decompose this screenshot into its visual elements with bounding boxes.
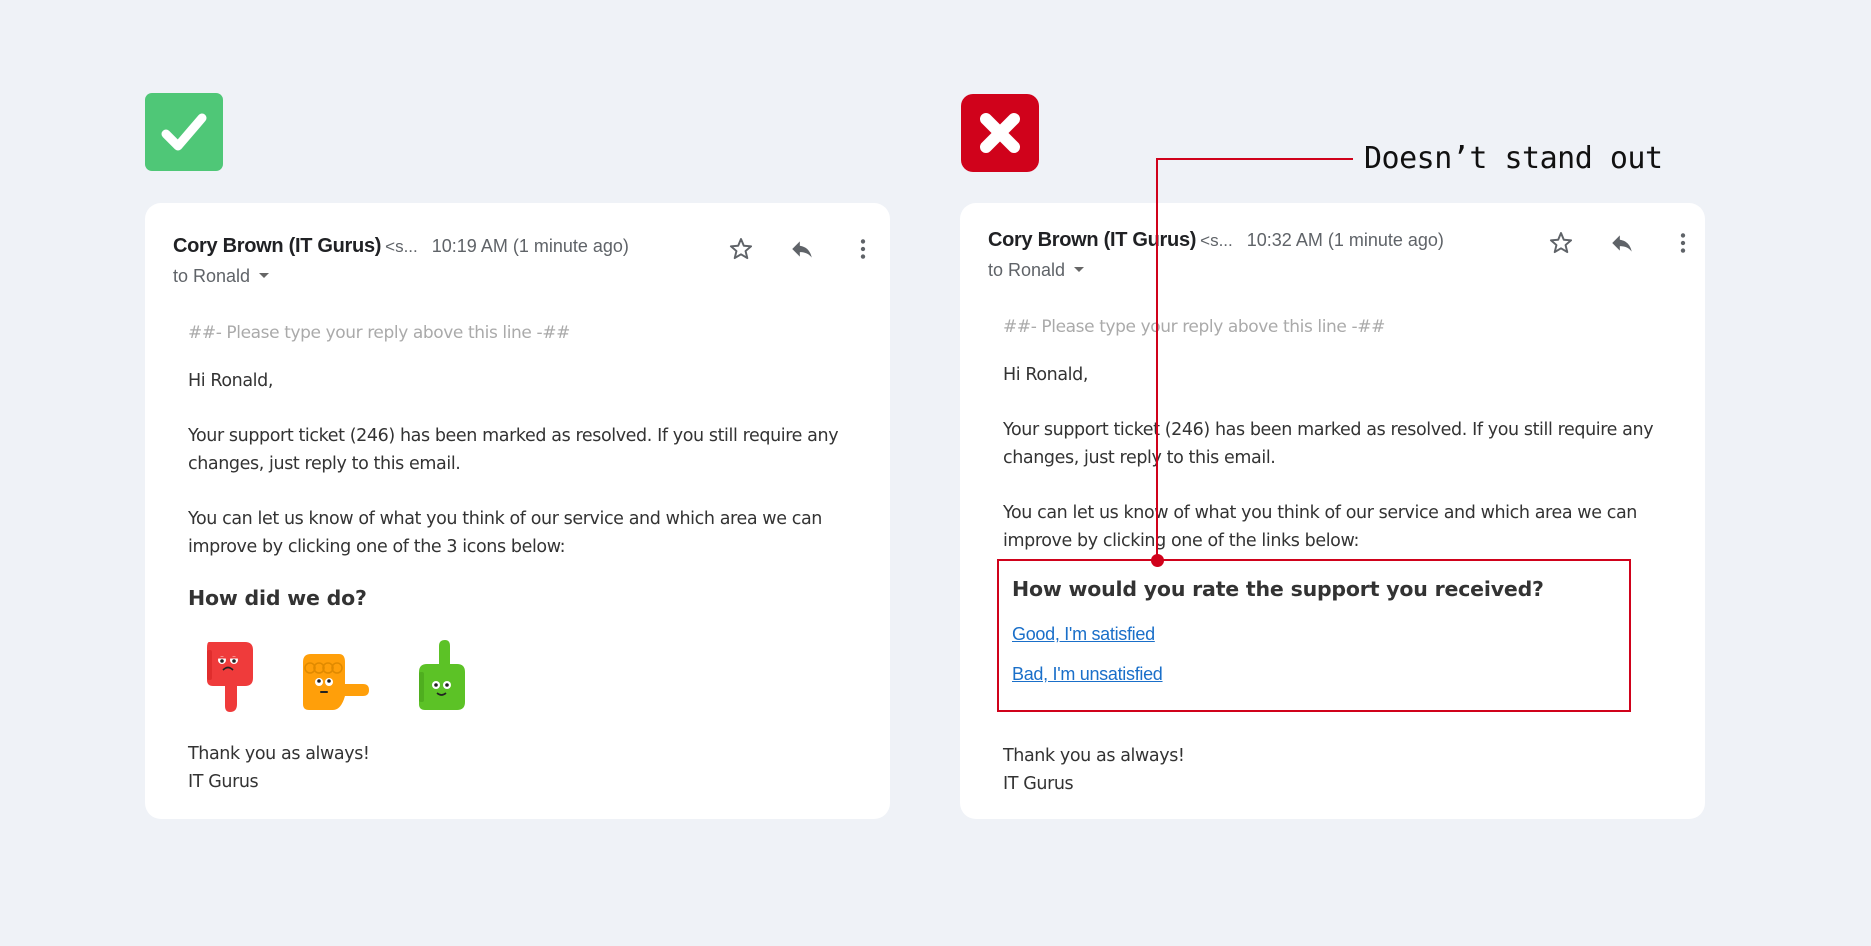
reply-button[interactable] (786, 233, 818, 265)
signoff: Thank you as always! IT Gurus (1003, 742, 1185, 798)
sender-address: <s... (1200, 231, 1233, 250)
more-vert-icon (860, 239, 866, 259)
star-button[interactable] (1545, 227, 1577, 259)
reply-separator: ##- Please type your reply above this li… (188, 323, 570, 343)
greeting: Hi Ronald, (188, 371, 274, 391)
more-options-button[interactable] (1667, 227, 1699, 259)
more-vert-icon (1680, 233, 1686, 253)
reply-separator: ##- Please type your reply above this li… (1003, 317, 1385, 337)
reply-button[interactable] (1606, 227, 1638, 259)
resolved-paragraph: Your support ticket (246) has been marke… (188, 426, 839, 474)
email-body: ##- Please type your reply above this li… (188, 323, 860, 796)
more-options-button[interactable] (847, 233, 879, 265)
feedback-paragraph: You can let us know of what you think of… (1003, 503, 1637, 551)
signature: IT Gurus (188, 772, 259, 792)
sender-name[interactable]: Cory Brown (IT Gurus) (988, 229, 1196, 251)
email-actions (1545, 227, 1699, 259)
timestamp: 10:19 AM (1 minute ago) (431, 236, 629, 256)
feedback-paragraph: You can let us know of what you think of… (188, 509, 822, 557)
recipient-dropdown[interactable]: to Ronald (988, 260, 1085, 281)
timestamp: 10:32 AM (1 minute ago) (1246, 230, 1444, 250)
email-body: ##- Please type your reply above this li… (1003, 317, 1675, 555)
sender-address: <s... (385, 237, 418, 256)
annotation-line-horizontal (1156, 158, 1353, 160)
satisfied-link[interactable]: Good, I'm satisfied (1012, 624, 1544, 645)
rating-highlight-box: How would you rate the support you recei… (997, 559, 1631, 712)
rating-icons (203, 632, 860, 714)
recipient-label: to Ronald (173, 266, 251, 286)
checkmark-badge (145, 93, 223, 171)
good-email-card: Cory Brown (IT Gurus) <s... 10:19 AM (1 mi… (145, 203, 890, 819)
email-header: Cory Brown (IT Gurus) <s... 10:19 AM (1 mi… (173, 233, 866, 293)
caret-down-icon (1074, 266, 1085, 272)
reply-icon (792, 241, 812, 258)
x-mark-icon (980, 113, 1020, 153)
signoff-line: Thank you as always! (188, 744, 370, 764)
recipient-dropdown[interactable]: to Ronald (173, 266, 270, 287)
annotation-line-vertical (1156, 158, 1158, 560)
resolved-paragraph: Your support ticket (246) has been marke… (1003, 420, 1654, 468)
recipient-label: to Ronald (988, 260, 1066, 280)
signoff: Thank you as always! IT Gurus (188, 740, 860, 796)
greeting: Hi Ronald, (1003, 365, 1089, 385)
neutral-hand-icon[interactable] (299, 650, 371, 714)
rating-question: How would you rate the support you recei… (1012, 577, 1544, 601)
sender-name[interactable]: Cory Brown (IT Gurus) (173, 235, 381, 257)
x-mark-badge (961, 94, 1039, 172)
sender-line: Cory Brown (IT Gurus) <s... 10:32 AM (1 mi… (988, 229, 1444, 252)
bad-email-card: Cory Brown (IT Gurus) <s... 10:32 AM (1 mi… (960, 203, 1705, 819)
signoff-line: Thank you as always! (1003, 746, 1185, 766)
sender-line: Cory Brown (IT Gurus) <s... 10:19 AM (1 mi… (173, 235, 629, 258)
signature: IT Gurus (1003, 774, 1074, 794)
annotation-label: Doesn’t stand out (1364, 141, 1663, 176)
star-icon (1549, 232, 1573, 254)
reply-icon (1612, 235, 1632, 252)
checkmark-icon (161, 113, 207, 151)
email-actions (725, 233, 879, 265)
thumbs-down-icon[interactable] (203, 638, 255, 714)
star-button[interactable] (725, 233, 757, 265)
annotation-dot (1151, 554, 1164, 567)
thumbs-up-icon[interactable] (415, 638, 467, 714)
caret-down-icon (259, 272, 270, 278)
unsatisfied-link[interactable]: Bad, I'm unsatisfied (1012, 664, 1544, 685)
rating-section: How would you rate the support you recei… (1012, 577, 1544, 685)
email-header: Cory Brown (IT Gurus) <s... 10:32 AM (1 mi… (988, 227, 1686, 287)
star-icon (729, 238, 753, 260)
rating-question: How did we do? (188, 586, 367, 610)
